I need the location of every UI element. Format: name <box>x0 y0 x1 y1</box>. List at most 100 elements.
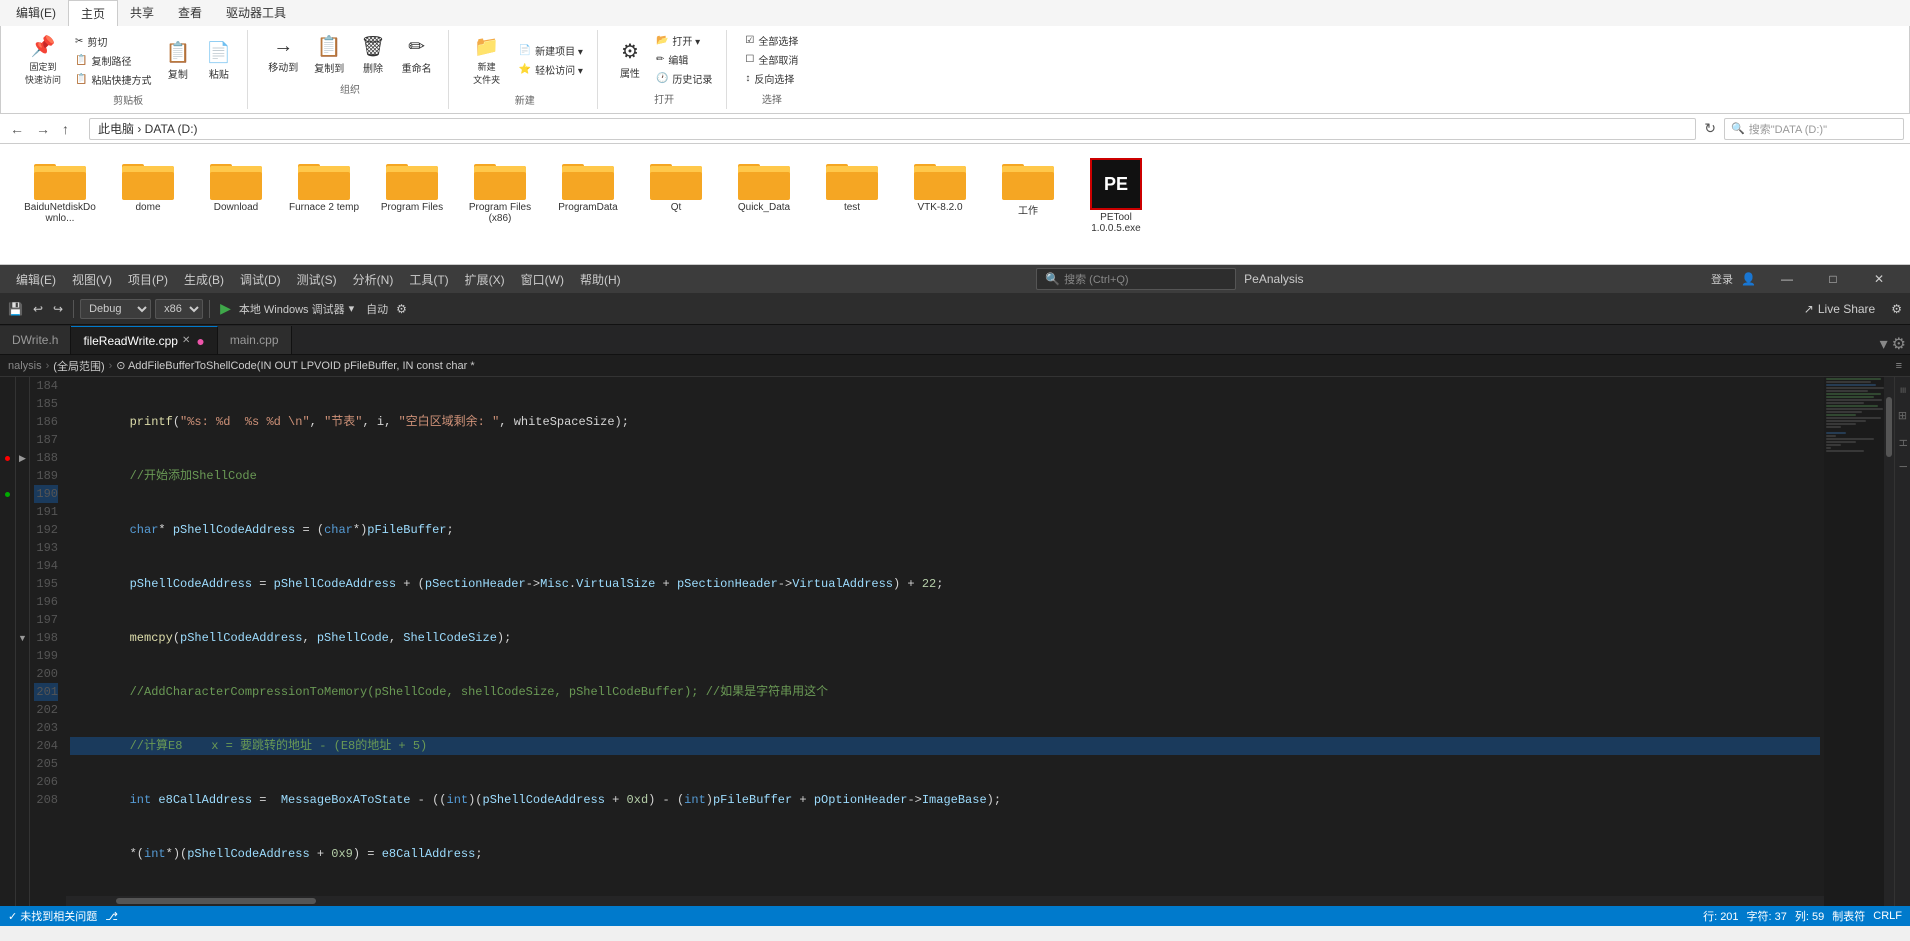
tab-overflow-btn[interactable]: ▾ <box>1880 334 1888 354</box>
gutter-collapse-15[interactable]: ▼ <box>16 629 29 647</box>
menu-window[interactable]: 窗口(W) <box>513 267 572 292</box>
tab-drive-tools[interactable]: 驱动器工具 <box>214 0 298 26</box>
run-button[interactable]: ▶ <box>216 298 235 319</box>
file-item-programdata[interactable]: ProgramData <box>548 154 628 254</box>
code-view[interactable]: printf("%s: %d %s %d \n", "节表", i, "空白区域… <box>66 377 1824 896</box>
menu-test[interactable]: 测试(S) <box>289 267 345 292</box>
maximize-button[interactable]: □ <box>1810 265 1856 293</box>
rename-button[interactable]: ✏ 重命名 <box>396 32 438 77</box>
new-folder-button[interactable]: 📁 新建文件夹 <box>463 32 511 88</box>
file-item-petool[interactable]: PE PETool 1.0.0.5.exe <box>1076 154 1156 254</box>
back-button[interactable]: ← <box>6 119 28 139</box>
status-encoding[interactable]: 制表符 <box>1832 908 1865 924</box>
menu-debug[interactable]: 调试(D) <box>232 267 289 292</box>
new-item-button[interactable]: 📄 新建项目 ▾ <box>515 42 587 59</box>
status-ok-item[interactable]: ✓ 未找到相关问题 <box>8 908 97 924</box>
status-lineending[interactable]: CRLF <box>1873 908 1902 924</box>
up-button[interactable]: ↑ <box>58 119 73 139</box>
file-item-download[interactable]: Download <box>196 154 276 254</box>
invert-select-button[interactable]: ↕ 反向选择 <box>741 70 802 87</box>
file-item-furnace[interactable]: Furnace 2 temp <box>284 154 364 254</box>
minimize-button[interactable]: — <box>1764 265 1810 293</box>
status-line[interactable]: 行: 201 <box>1703 908 1738 924</box>
file-item-programfiles[interactable]: Program Files <box>372 154 452 254</box>
forward-button[interactable]: → <box>32 119 54 139</box>
paste-shortcut-button[interactable]: 📋 粘贴快捷方式 <box>71 71 155 88</box>
menu-project[interactable]: 项目(P) <box>120 267 176 292</box>
menu-view[interactable]: 视图(V) <box>64 267 120 292</box>
run-dropdown[interactable]: ▾ <box>349 302 355 315</box>
tab-filereadwrite[interactable]: fileReadWrite.cpp ✕ ● <box>71 326 217 354</box>
right-icon-2[interactable]: ⊞ <box>1894 403 1910 428</box>
pin-button[interactable]: 📌 固定到快速访问 <box>19 32 67 88</box>
horizontal-scrollbar[interactable] <box>66 896 1824 906</box>
file-item-vtk[interactable]: VTK-8.2.0 <box>900 154 980 254</box>
menu-edit[interactable]: 编辑(E) <box>8 267 64 292</box>
file-item-qt[interactable]: Qt <box>636 154 716 254</box>
run-label[interactable]: 本地 Windows 调试器 <box>239 301 345 317</box>
close-button[interactable]: ✕ <box>1856 265 1902 293</box>
menu-build[interactable]: 生成(B) <box>176 267 232 292</box>
gutter-collapse-5[interactable]: ▶ <box>16 449 29 467</box>
platform-select[interactable]: x86 x64 <box>155 299 203 319</box>
file-item-baidunetdisk[interactable]: BaiduNetdiskDownlo... <box>20 154 100 254</box>
minimap <box>1824 377 1884 906</box>
cut-button[interactable]: ✂ 剪切 <box>71 33 155 50</box>
breadcrumb-expand-icon[interactable]: ≡ <box>1896 360 1902 372</box>
copy-path-button[interactable]: 📋 复制路径 <box>71 52 155 69</box>
toolbar-undo-btn[interactable]: ↩ <box>29 300 47 318</box>
file-item-quickdata[interactable]: Quick_Data <box>724 154 804 254</box>
menu-tools[interactable]: 工具(T) <box>401 267 456 292</box>
breadcrumb-scope[interactable]: (全局范围) <box>53 358 104 374</box>
file-item-programfiles86[interactable]: Program Files (x86) <box>460 154 540 254</box>
refresh-button[interactable]: ↻ <box>1700 118 1720 139</box>
menu-extensions[interactable]: 扩展(X) <box>457 267 513 292</box>
easy-access-button[interactable]: ⭐ 轻松访问 ▾ <box>515 61 587 78</box>
vertical-scrollbar[interactable] <box>1884 377 1894 906</box>
liveshare-button[interactable]: ↗ Live Share <box>1796 300 1883 318</box>
tab-file[interactable]: 编辑(E) <box>4 0 68 26</box>
status-column[interactable]: 列: 59 <box>1795 908 1824 924</box>
file-item-test[interactable]: test <box>812 154 892 254</box>
tab-settings-btn[interactable]: ⚙ <box>1892 334 1906 354</box>
search-box[interactable]: 🔍 搜索"DATA (D:)" <box>1724 118 1904 140</box>
edit-button[interactable]: ✏ 编辑 <box>652 51 716 68</box>
right-icon-1[interactable]: ≡ <box>1895 379 1910 401</box>
tab-share[interactable]: 共享 <box>118 0 166 26</box>
file-item-dome[interactable]: dome <box>108 154 188 254</box>
address-path[interactable]: 此电脑 › DATA (D:) <box>89 118 1696 140</box>
tab-maincpp[interactable]: main.cpp <box>218 326 292 354</box>
delete-button[interactable]: 🗑 删除 <box>354 32 391 77</box>
toolbar-redo-btn[interactable]: ↪ <box>49 300 67 318</box>
tab-view[interactable]: 查看 <box>166 0 214 26</box>
status-git-item[interactable]: ⎇ <box>105 910 118 923</box>
breadcrumb-analysis[interactable]: nalysis <box>8 360 42 372</box>
right-icon-4[interactable]: I <box>1895 457 1910 476</box>
tab-home[interactable]: 主页 <box>68 0 118 26</box>
app-title: PeAnalysis <box>1244 272 1303 286</box>
copy-button[interactable]: 📋 复制 <box>159 38 196 83</box>
select-all-button[interactable]: ☑ 全部选择 <box>741 32 802 49</box>
folder-svg <box>298 158 350 200</box>
open-button[interactable]: 📂 打开 ▾ <box>652 32 716 49</box>
copy2-button[interactable]: 📋 复制到 <box>308 32 350 77</box>
menu-help[interactable]: 帮助(H) <box>572 267 629 292</box>
history-button[interactable]: 🕐 历史记录 <box>652 70 716 87</box>
file-item-work[interactable]: 工作 <box>988 154 1068 254</box>
toolbar-settings-btn[interactable]: ⚙ <box>1887 300 1906 318</box>
properties-button[interactable]: ⚙ 属性 <box>612 37 648 82</box>
menu-analyze[interactable]: 分析(N) <box>345 267 402 292</box>
toolbar-misc-btn[interactable]: ⚙ <box>392 300 411 318</box>
status-char[interactable]: 字符: 37 <box>1747 908 1787 924</box>
paste-button[interactable]: 📄 粘贴 <box>200 38 237 83</box>
breadcrumb-function[interactable]: ⊙ AddFileBufferToShellCode(IN OUT LPVOID… <box>116 359 474 372</box>
login-text[interactable]: 登录 <box>1711 271 1733 287</box>
select-none-button[interactable]: ☐ 全部取消 <box>741 51 802 68</box>
scrollbar-v-thumb[interactable] <box>1886 397 1892 457</box>
right-icon-3[interactable]: H <box>1895 431 1910 455</box>
debug-config-select[interactable]: Debug Release <box>80 299 151 319</box>
scrollbar-h-thumb[interactable] <box>116 898 316 904</box>
toolbar-save-btn[interactable]: 💾 <box>4 300 27 318</box>
tab-dwrite[interactable]: DWrite.h <box>0 326 71 354</box>
move-button[interactable]: → 移动到 <box>262 33 304 76</box>
